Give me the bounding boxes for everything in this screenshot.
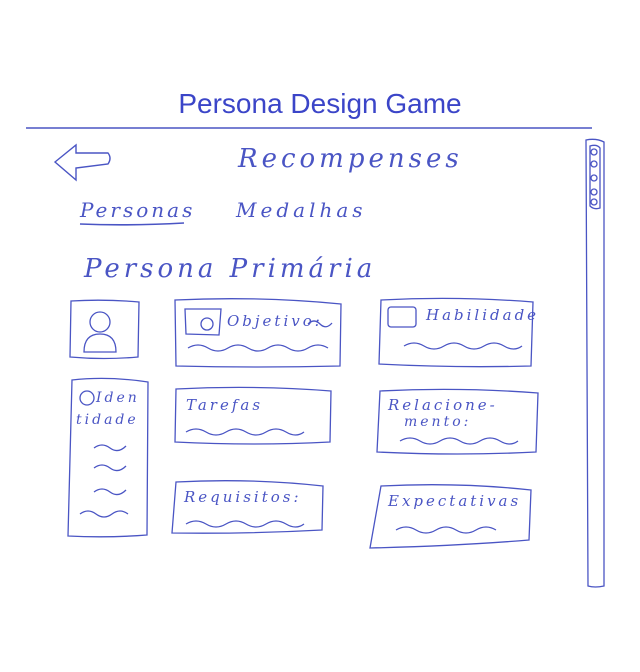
expectativas-card[interactable]: Expectativas <box>374 486 532 546</box>
section-title: Persona Primária <box>84 254 377 284</box>
objetivo-label: Objetivo: <box>227 312 323 330</box>
habilidades-card[interactable]: Habilidade <box>380 298 536 366</box>
relacionamento-card[interactable]: Relacione- mento: <box>378 390 538 454</box>
checkbox-icon[interactable] <box>388 307 416 327</box>
identidade-label-2: tidade <box>76 412 139 428</box>
objetivo-card[interactable]: Objetivo: <box>175 298 341 366</box>
tab-underline <box>79 222 185 226</box>
relacionamento-label-1: Relacione- <box>388 396 498 414</box>
checkbox-icon[interactable] <box>185 308 221 334</box>
identidade-label-1: Iden <box>96 390 140 406</box>
back-button[interactable] <box>52 140 112 184</box>
tarefas-card[interactable]: Tarefas <box>176 388 332 444</box>
person-icon <box>70 300 140 358</box>
arrow-left-icon <box>52 140 112 184</box>
scrollbar[interactable] <box>586 140 604 586</box>
relacionamento-label-2: mento: <box>404 414 472 430</box>
scrollbar-thumb[interactable] <box>590 146 600 210</box>
avatar-card[interactable] <box>70 300 140 358</box>
requisitos-card[interactable]: Requisitos: <box>174 482 324 534</box>
expectativas-label: Expectativas <box>388 492 522 510</box>
screen-title: Recompenses <box>238 144 463 174</box>
identidade-card[interactable]: Iden tidade <box>70 380 148 536</box>
tab-medalhas[interactable]: Medalhas <box>236 198 367 222</box>
tab-personas[interactable]: Personas <box>80 198 195 222</box>
tarefas-label: Tarefas <box>186 396 264 414</box>
habilidades-label: Habilidade <box>426 306 540 324</box>
requisitos-label: Requisitos: <box>184 488 302 506</box>
